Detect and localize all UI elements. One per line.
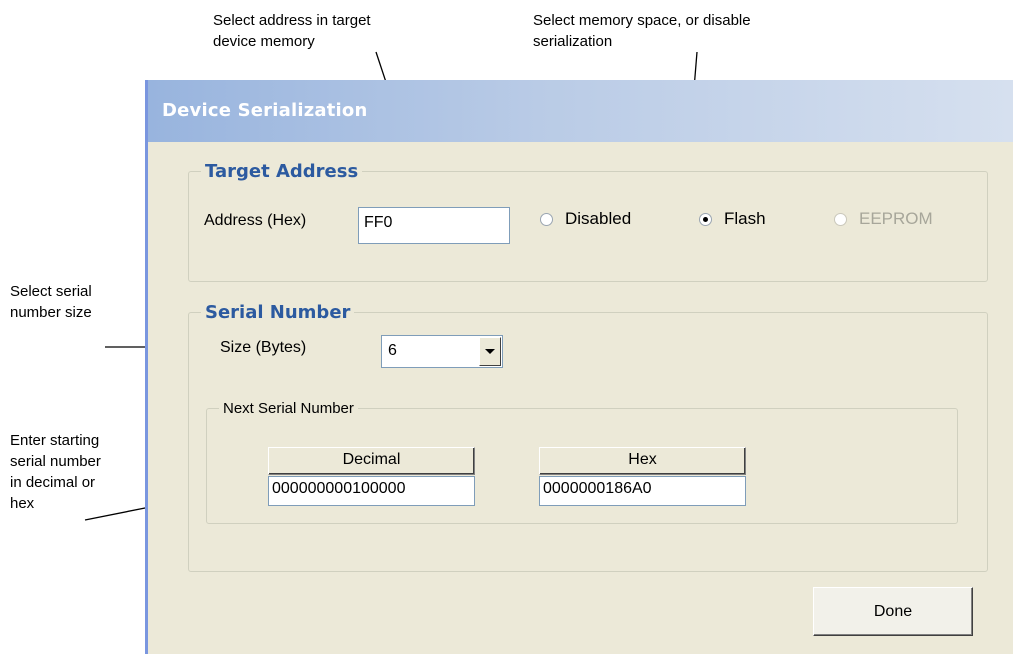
device-serialization-dialog: Device Serialization Target Address Addr… [145, 80, 1013, 654]
hex-serial-input[interactable]: 0000000186A0 [539, 476, 746, 506]
radio-flash-label: Flash [724, 209, 766, 228]
radio-flash-dot[interactable] [699, 212, 712, 226]
callout-address: Select address in target device memory [213, 12, 371, 50]
serial-number-legend: Serial Number [205, 302, 351, 323]
hex-column-header: Hex [539, 447, 746, 475]
next-serial-number-legend: Next Serial Number [223, 400, 354, 417]
target-address-legend: Target Address [205, 161, 359, 182]
callout-serial-size: Select serial number size [10, 283, 92, 321]
dialog-title: Device Serialization [162, 100, 368, 121]
dropdown-arrow-icon[interactable] [479, 337, 501, 366]
size-bytes-label: Size (Bytes) [220, 339, 307, 356]
decimal-serial-input[interactable]: 000000000100000 [268, 476, 475, 506]
callout-memory-space: Select memory space, or disable serializ… [533, 12, 751, 50]
done-button[interactable]: Done [813, 587, 973, 636]
radio-disabled[interactable]: Disabled [540, 209, 631, 229]
address-hex-label: Address (Hex) [204, 212, 307, 229]
title-bar[interactable]: Device Serialization [148, 80, 1013, 142]
address-hex-input[interactable]: FF0 [358, 207, 510, 244]
callout-enter-serial: Enter starting serial number in decimal … [10, 432, 101, 512]
radio-eeprom-dot [834, 212, 847, 226]
radio-disabled-dot[interactable] [540, 212, 553, 226]
radio-flash[interactable]: Flash [699, 209, 766, 229]
radio-eeprom: EEPROM [834, 209, 933, 229]
size-bytes-select[interactable]: 6 [381, 335, 503, 368]
radio-disabled-label: Disabled [565, 209, 632, 228]
decimal-column-header: Decimal [268, 447, 475, 475]
radio-eeprom-label: EEPROM [859, 209, 933, 228]
size-bytes-value: 6 [388, 342, 397, 359]
